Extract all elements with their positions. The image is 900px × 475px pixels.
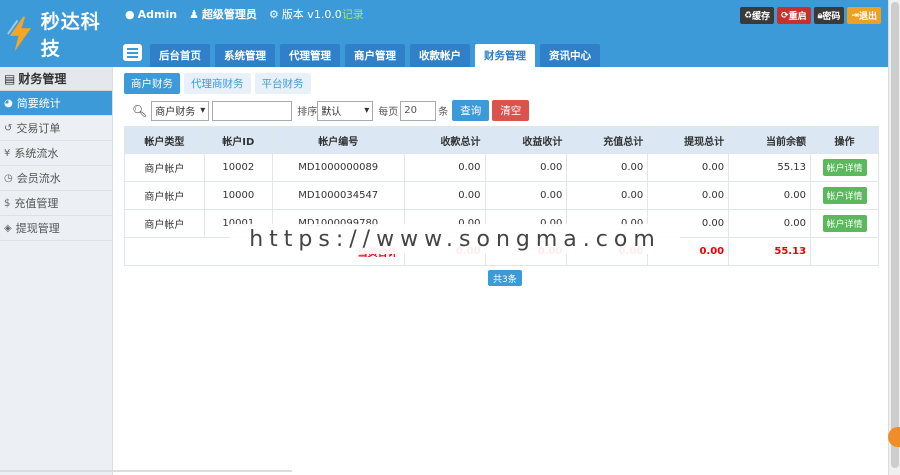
tab-system[interactable]: 系统管理 [215, 44, 275, 67]
tab-receipt-account[interactable]: 收款帐户 [410, 44, 470, 67]
sidebar-title: ▤ 财务管理 [0, 67, 112, 91]
col-income-total: 收益收计 [484, 126, 568, 154]
subtab-merchant-finance[interactable]: 商户财务 [124, 73, 180, 94]
users-icon: ♟ [189, 7, 199, 21]
tab-home[interactable]: 后台首页 [150, 44, 210, 67]
hamburger-icon [127, 47, 138, 50]
per-page-label: 每页 [378, 107, 399, 118]
refresh-icon: ⟳ [781, 10, 789, 21]
col-account-type: 帐户类型 [124, 126, 205, 154]
version-info: ⚙ 版本 v1.0.0 记录 [269, 6, 364, 22]
col-operation: 操作 [810, 126, 879, 154]
col-account-id: 帐户ID [203, 126, 273, 154]
history-icon: ↺ [4, 122, 13, 134]
col-balance: 当前余额 [728, 126, 812, 154]
topbar: ● Admin ♟ 超级管理员 ⚙ 版本 v1.0.0 记录 [125, 6, 376, 22]
keyword-input[interactable] [212, 100, 293, 121]
account-detail-button[interactable]: 帐户详情 [822, 159, 867, 176]
password-button[interactable]: 🔒︎ 密码 [813, 7, 845, 24]
query-button[interactable]: 查询 [452, 100, 490, 121]
clock-icon: ◷ [4, 172, 13, 184]
total-balance: 55.13 [728, 237, 812, 266]
version-text: 版本 v1.0.0 [281, 8, 342, 21]
caret-down-icon: ▾ [364, 105, 370, 116]
per-page-unit: 条 [438, 107, 449, 118]
logo-text: 秒达科技 [40, 10, 101, 60]
withdraw-icon: ◈ [4, 222, 12, 234]
sidebar: ▤ 财务管理 ◕ 简要统计 ↺ 交易订单 ¥ 系统流水 ◷ 会员流水 $ 充值管… [0, 67, 113, 475]
sidebar-item-system-flow[interactable]: ¥ 系统流水 [0, 141, 112, 166]
list-icon: ▤ [4, 71, 16, 86]
gear-icon: ⚙ [268, 7, 279, 21]
restart-button[interactable]: ⟳ 重启 [777, 7, 811, 24]
logo: 秒达科技 [0, 0, 118, 67]
lightning-logo-icon [7, 16, 32, 51]
version-record-link[interactable]: 记录 [342, 6, 364, 22]
account-detail-button[interactable]: 帐户详情 [822, 215, 867, 232]
tab-merchant[interactable]: 商户管理 [345, 44, 405, 67]
sidebar-item-orders[interactable]: ↺ 交易订单 [0, 116, 112, 141]
role-info: ♟ 超级管理员 [189, 6, 257, 22]
search-icon: 🔍︎ [132, 103, 148, 118]
yen-icon: ¥ [4, 147, 11, 159]
user-name: Admin [137, 7, 178, 21]
table-header-row: 帐户类型 帐户ID 帐户编号 收款总计 收益收计 充值总计 提现总计 当前余额 … [124, 126, 879, 154]
sign-out-icon: ⇥ [851, 10, 859, 21]
role-name: 超级管理员 [201, 8, 257, 21]
subtab-agent-finance[interactable]: 代理商财务 [184, 73, 251, 94]
recycle-icon: ♻ [743, 10, 753, 21]
col-account-no: 帐户编号 [271, 126, 405, 154]
nav-tabs: 后台首页 系统管理 代理管理 商户管理 收款帐户 财务管理 资讯中心 [150, 44, 605, 67]
sidebar-item-member-flow[interactable]: ◷ 会员流水 [0, 166, 112, 191]
sub-tabs: 商户财务 代理商财务 平台财务 [124, 73, 315, 94]
caret-down-icon: ▾ [200, 105, 206, 116]
vertical-scrollbar[interactable] [888, 0, 900, 475]
bottom-divider [0, 470, 292, 472]
scroll-thumb[interactable] [891, 2, 899, 468]
subtab-platform-finance[interactable]: 平台财务 [254, 73, 311, 94]
header: 秒达科技 ● Admin ♟ 超级管理员 ⚙ 版本 v1.0.0 记录 ♻ 缓存 … [0, 0, 888, 67]
clear-button[interactable]: 清空 [492, 100, 530, 121]
table-row: 商户帐户 10000 MD1000034547 0.00 0.00 0.00 0… [124, 181, 879, 210]
user-circle-icon: ● [125, 7, 135, 21]
sidebar-item-withdraw[interactable]: ◈ 提现管理 [0, 216, 112, 241]
tab-news[interactable]: 资讯中心 [540, 44, 600, 67]
pager-total[interactable]: 共3条 [488, 270, 522, 286]
top-buttons: ♻ 缓存 ⟳ 重启 🔒︎ 密码 ⇥ 退出 [737, 7, 881, 24]
logout-button[interactable]: ⇥ 退出 [847, 7, 881, 24]
filter-bar: 🔍︎ 商户财务 ▾ 排序 默认 ▾ 每页 20 条 查询 清空 [132, 100, 530, 121]
col-withdraw-total: 提现总计 [647, 126, 730, 154]
dollar-circle-icon: $ [4, 197, 11, 209]
sidebar-item-summary[interactable]: ◕ 简要统计 [0, 91, 112, 116]
main-content: 商户财务 代理商财务 平台财务 🔍︎ 商户财务 ▾ 排序 默认 ▾ 每页 20 条 … [113, 67, 888, 475]
account-detail-button[interactable]: 帐户详情 [822, 187, 867, 204]
sidebar-item-recharge[interactable]: $ 充值管理 [0, 191, 112, 216]
user-info[interactable]: ● Admin [125, 8, 177, 21]
cache-button[interactable]: ♻ 缓存 [739, 7, 775, 24]
tab-finance[interactable]: 财务管理 [475, 44, 535, 67]
table-row: 商户帐户 10002 MD1000000089 0.00 0.00 0.00 0… [124, 153, 879, 182]
sort-label: 排序 [297, 107, 318, 118]
per-page-input[interactable]: 20 [400, 100, 437, 121]
watermark: https://www.songma.com [230, 224, 680, 254]
menu-toggle-button[interactable] [123, 44, 142, 61]
account-type-select[interactable]: 商户财务 ▾ [151, 100, 210, 121]
tab-agent[interactable]: 代理管理 [280, 44, 340, 67]
sort-select[interactable]: 默认 ▾ [317, 100, 374, 121]
col-recharge-total: 充值总计 [566, 126, 649, 154]
col-receipt-total: 收款总计 [403, 126, 486, 154]
pie-chart-icon: ◕ [4, 97, 13, 109]
